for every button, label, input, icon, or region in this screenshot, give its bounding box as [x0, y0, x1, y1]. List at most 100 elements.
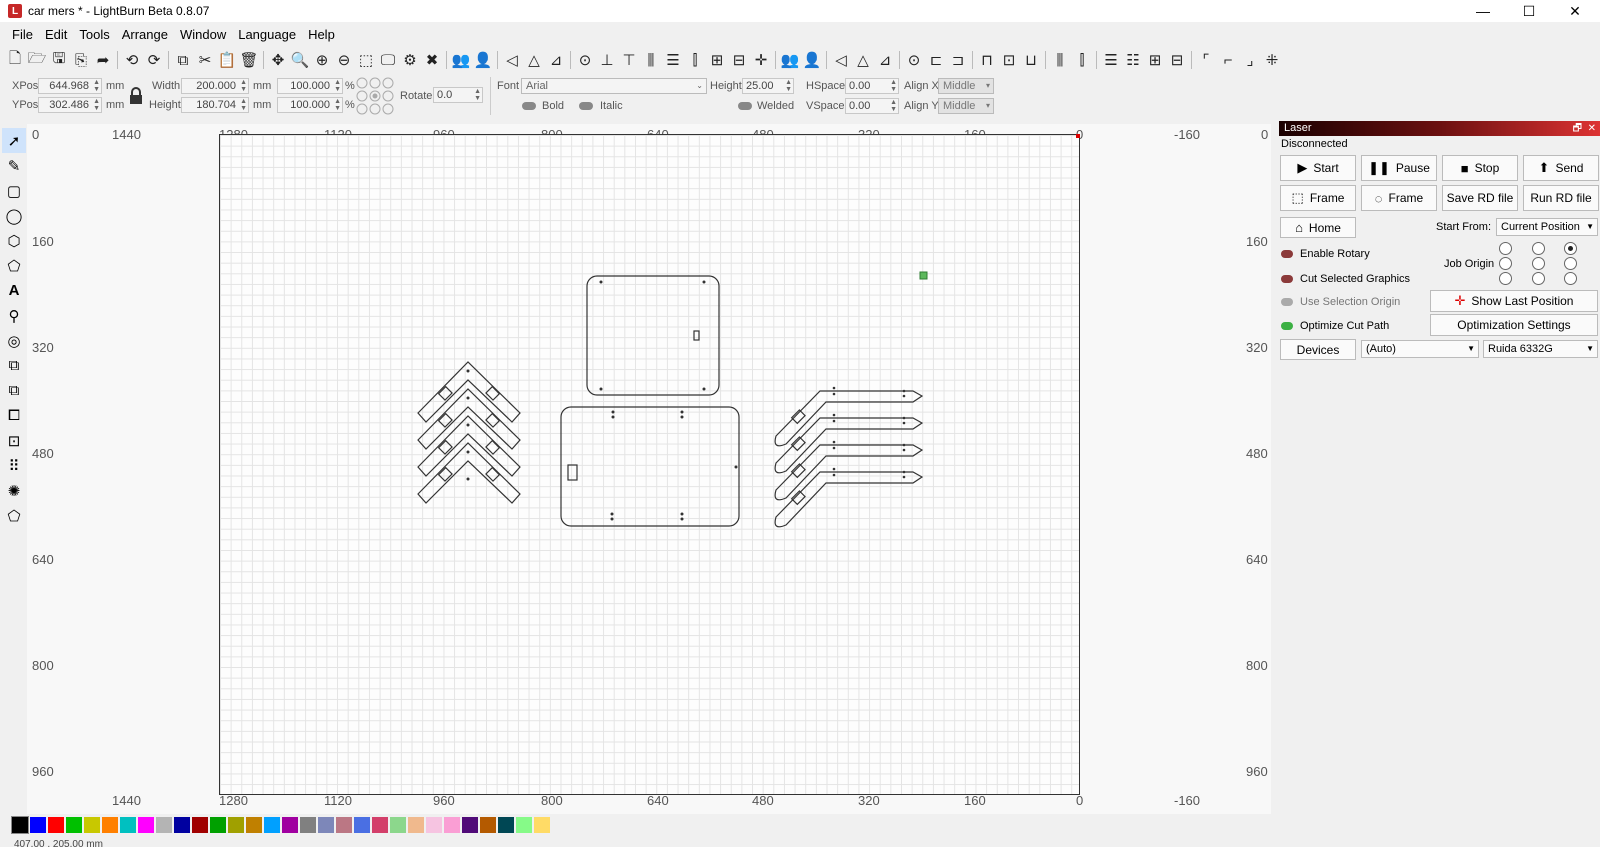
- color-swatch[interactable]: [498, 817, 514, 833]
- optimize-cut-toggle[interactable]: [1281, 322, 1293, 330]
- job-origin-radio[interactable]: [1499, 257, 1512, 270]
- color-swatch[interactable]: [246, 817, 262, 833]
- align-bottom-2-icon[interactable]: ⊔: [1020, 49, 1042, 71]
- optimize-cut-row[interactable]: Optimize Cut Path: [1281, 320, 1389, 332]
- enable-rotary-row[interactable]: Enable Rotary: [1281, 248, 1370, 260]
- align-middle-icon[interactable]: ⊡: [998, 49, 1020, 71]
- color-swatch[interactable]: [30, 817, 46, 833]
- color-swatch[interactable]: [516, 817, 532, 833]
- import-icon[interactable]: ➦: [92, 49, 114, 71]
- color-swatch[interactable]: [210, 817, 226, 833]
- job-origin-radio-selected[interactable]: [1564, 242, 1577, 255]
- use-selection-origin-toggle[interactable]: [1281, 298, 1293, 306]
- color-swatch[interactable]: [66, 817, 82, 833]
- job-origin-radio[interactable]: [1532, 272, 1545, 285]
- color-swatch[interactable]: [102, 817, 118, 833]
- frame-rect-button[interactable]: ⬚ Frame: [1280, 185, 1356, 211]
- color-swatch[interactable]: [426, 817, 442, 833]
- dist-h-2-icon[interactable]: ⫼: [1049, 49, 1071, 71]
- color-swatch[interactable]: [336, 817, 352, 833]
- color-swatch[interactable]: [156, 817, 172, 833]
- color-swatch[interactable]: [138, 817, 154, 833]
- space-h-icon[interactable]: ⊞: [706, 49, 728, 71]
- align-bottom-icon[interactable]: ⊤: [618, 49, 640, 71]
- ellipse-icon[interactable]: ◯: [2, 203, 26, 228]
- select-arrow-icon[interactable]: ➚: [2, 128, 26, 153]
- align-right-icon[interactable]: ⊐: [947, 49, 969, 71]
- job-origin-radio[interactable]: [1564, 257, 1577, 270]
- scale-x-field[interactable]: 100.000 ▲ ▼: [277, 78, 343, 94]
- menu-arrange[interactable]: Arrange: [116, 25, 174, 45]
- save-icon[interactable]: 🖫: [48, 49, 70, 71]
- font-select[interactable]: Arial ⌄: [521, 78, 707, 94]
- minimize-button[interactable]: —: [1460, 0, 1506, 22]
- zoom-frame-icon[interactable]: ⬚: [355, 49, 377, 71]
- frame-circle-button[interactable]: ◌ Frame: [1361, 185, 1437, 211]
- weld-icon[interactable]: ⊡: [2, 428, 26, 453]
- move-icon[interactable]: ✥: [267, 49, 289, 71]
- stop-button[interactable]: ■ Stop: [1442, 155, 1518, 181]
- space-eq-2-icon[interactable]: ⊟: [1166, 49, 1188, 71]
- mirror-icon[interactable]: ⊿: [545, 49, 567, 71]
- distribute-v-icon[interactable]: ☰: [662, 49, 684, 71]
- menu-file[interactable]: File: [6, 25, 39, 45]
- menu-window[interactable]: Window: [174, 25, 232, 45]
- open-file-icon[interactable]: 🗁: [26, 49, 48, 71]
- polygon-icon[interactable]: ⬡: [2, 228, 26, 253]
- lock-icon[interactable]: [129, 87, 143, 105]
- job-origin-radio[interactable]: [1532, 242, 1545, 255]
- aligny-select[interactable]: Middle ▾: [938, 98, 994, 114]
- flip-vertical-icon[interactable]: △: [523, 49, 545, 71]
- copy-icon[interactable]: ⧉: [172, 49, 194, 71]
- close-button[interactable]: ✕: [1552, 0, 1598, 22]
- color-swatch[interactable]: [462, 817, 478, 833]
- close-panel-icon[interactable]: ✕: [1588, 121, 1596, 136]
- color-swatch[interactable]: [228, 817, 244, 833]
- boolean-union-icon[interactable]: ⧉: [2, 353, 26, 378]
- settings-gear-icon[interactable]: ⚙: [399, 49, 421, 71]
- menu-edit[interactable]: Edit: [39, 25, 73, 45]
- bold-toggle[interactable]: [522, 102, 536, 110]
- job-origin-radio[interactable]: [1564, 272, 1577, 285]
- width-field[interactable]: 200.000 ▲ ▼: [181, 78, 249, 94]
- vspace-field[interactable]: 0.00 ▲ ▼: [845, 98, 899, 114]
- cut-selected-toggle[interactable]: [1281, 275, 1293, 283]
- rotate-field[interactable]: 0.0 ▲ ▼: [433, 87, 483, 103]
- boolean-intersect-icon[interactable]: ⧠: [2, 403, 26, 428]
- offset-shapes-icon[interactable]: ◎: [2, 328, 26, 353]
- crosshair-icon[interactable]: ✛: [750, 49, 772, 71]
- group-icon[interactable]: 👥: [450, 49, 472, 71]
- job-origin-radio[interactable]: [1532, 257, 1545, 270]
- corner-step-icon[interactable]: ⌐: [1217, 49, 1239, 71]
- start-from-select[interactable]: Current Position ▼: [1496, 218, 1598, 236]
- color-swatch[interactable]: [318, 817, 334, 833]
- align-left-icon[interactable]: ⊏: [925, 49, 947, 71]
- color-swatch[interactable]: [264, 817, 280, 833]
- ypos-field[interactable]: 302.486 ▲ ▼: [38, 97, 102, 113]
- space-eq-icon[interactable]: ⊞: [1144, 49, 1166, 71]
- color-swatch[interactable]: [192, 817, 208, 833]
- paste-icon[interactable]: 📋: [216, 49, 238, 71]
- save-as-icon[interactable]: ⎘: [70, 49, 92, 71]
- grid-array-icon[interactable]: ⠿: [2, 453, 26, 478]
- space-v-2-icon[interactable]: ☷: [1122, 49, 1144, 71]
- font-height-field[interactable]: 25.00 ▲ ▼: [742, 78, 794, 94]
- color-swatch[interactable]: [444, 817, 460, 833]
- space-h-2-icon[interactable]: ☰: [1100, 49, 1122, 71]
- zoom-out-icon[interactable]: ⊖: [333, 49, 355, 71]
- color-swatch[interactable]: [480, 817, 496, 833]
- new-file-icon[interactable]: 🗋: [4, 49, 26, 71]
- flip-h-2-icon[interactable]: ◁: [830, 49, 852, 71]
- color-swatch[interactable]: [48, 817, 64, 833]
- enable-rotary-toggle[interactable]: [1281, 250, 1293, 258]
- color-swatch[interactable]: [174, 817, 190, 833]
- xpos-field[interactable]: 644.968 ▲ ▼: [38, 78, 102, 94]
- align-top-2-icon[interactable]: ⊓: [976, 49, 998, 71]
- menu-help[interactable]: Help: [302, 25, 341, 45]
- color-swatch[interactable]: [84, 817, 100, 833]
- device-model-select[interactable]: Ruida 6332G ▼: [1483, 340, 1598, 358]
- color-swatch[interactable]: [282, 817, 298, 833]
- monitor-icon[interactable]: 🖵: [377, 49, 399, 71]
- hspace-field[interactable]: 0.00 ▲ ▼: [845, 78, 899, 94]
- ungroup-icon[interactable]: 👤: [472, 49, 494, 71]
